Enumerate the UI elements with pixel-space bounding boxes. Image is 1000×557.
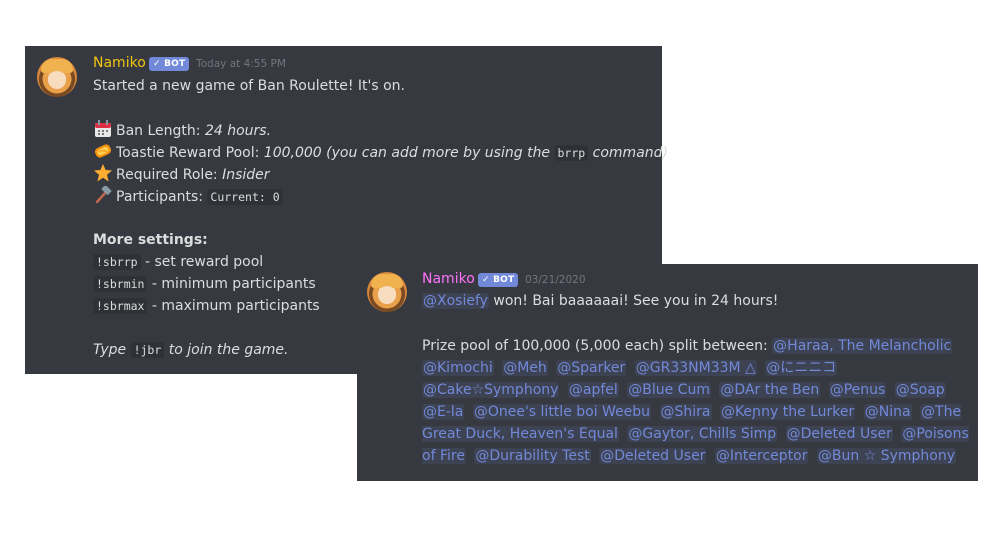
username[interactable]: Namiko xyxy=(93,55,146,71)
required-role-line: Required Role: Insider xyxy=(93,164,270,185)
timestamp: 03/21/2020 xyxy=(525,274,586,286)
user-mention[interactable]: @Penus xyxy=(828,382,887,398)
user-mention[interactable]: @GR33NM33M △ xyxy=(634,360,757,376)
user-mention[interactable]: @にニニコ xyxy=(765,360,838,376)
prize-mentions: Prize pool of 100,000 (5,000 each) split… xyxy=(422,335,970,467)
command-sbrmax: !sbrmax xyxy=(93,298,148,314)
join-instruction: Type !jbr to join the game. xyxy=(93,340,289,360)
user-mention[interactable]: @Deleted User xyxy=(785,426,893,442)
winner-mention[interactable]: @Xosiefy xyxy=(422,293,489,309)
user-mention[interactable]: @Onee's little boi Weebu xyxy=(472,404,652,420)
user-mention[interactable]: @Haraa, The Melancholic xyxy=(772,338,953,354)
user-mention[interactable]: @Soap xyxy=(894,382,946,398)
reward-pool-line: Toastie Reward Pool: 100,000 (you can ad… xyxy=(93,142,668,163)
user-mention[interactable]: @Kimochi xyxy=(422,360,494,376)
reward-label: Toastie Reward Pool: xyxy=(116,145,264,161)
user-mention[interactable]: @Gaytor, Chills Simp xyxy=(627,426,778,442)
command-sbrrp: !sbrrp xyxy=(93,254,141,270)
user-mention[interactable]: @Durability Test xyxy=(474,448,591,464)
reward-end: command) xyxy=(588,145,668,161)
setting-sbrmax: !sbrmax - maximum participants xyxy=(93,296,320,316)
user-mention[interactable]: @apfel xyxy=(567,382,619,398)
command-sbrrp-desc: - set reward pool xyxy=(140,254,264,270)
user-mention[interactable]: @DAr the Ben xyxy=(719,382,821,398)
command-sbrmin: !sbrmin xyxy=(93,276,148,292)
role-value: Insider xyxy=(222,167,270,183)
star-icon xyxy=(94,164,112,182)
bot-badge: ✓ BOT xyxy=(149,57,190,71)
command-sbrmin-desc: - minimum participants xyxy=(147,276,316,292)
toast-icon xyxy=(94,144,112,158)
join-command: !jbr xyxy=(130,342,165,358)
user-mention[interactable]: @Meh xyxy=(502,360,548,376)
avatar[interactable] xyxy=(37,57,77,97)
participants-label: Participants: xyxy=(116,189,208,205)
winner-text: won! Bai baaaaaai! See you in 24 hours! xyxy=(488,293,779,309)
user-mention[interactable]: @Shira xyxy=(659,404,712,420)
winner-line: @Xosiefy won! Bai baaaaaai! See you in 2… xyxy=(422,291,778,311)
timestamp: Today at 4:55 PM xyxy=(196,58,286,70)
reward-command: brrp xyxy=(554,145,589,161)
more-settings-heading: More settings: xyxy=(93,232,208,248)
message-card-2: Namiko ✓ BOT 03/21/2020 @Xosiefy won! Ba… xyxy=(357,264,978,481)
join-prefix: Type xyxy=(93,342,131,358)
user-mention[interactable]: @E-la xyxy=(422,404,465,420)
user-mention[interactable]: @Keɲny the Lurker xyxy=(719,404,856,420)
username[interactable]: Namiko xyxy=(422,271,475,287)
role-label: Required Role: xyxy=(116,167,223,183)
join-suffix: to join the game. xyxy=(164,342,289,358)
user-mention[interactable]: @Bun ☆ Symphony xyxy=(816,448,957,464)
ban-length-value: 24 hours. xyxy=(204,123,272,139)
user-mention[interactable]: @Nina xyxy=(863,404,912,420)
ban-length-line: Ban Length: 24 hours. xyxy=(93,120,271,141)
user-mention[interactable]: @Blue Cum xyxy=(627,382,711,398)
user-mention[interactable]: @Interceptor xyxy=(714,448,809,464)
participants-line: Participants: Current: 0 xyxy=(93,186,283,207)
setting-sbrrp: !sbrrp - set reward pool xyxy=(93,252,263,272)
bot-badge: ✓ BOT xyxy=(478,273,519,287)
intro-text: Started a new game of Ban Roulette! It's… xyxy=(93,78,405,94)
participants-value: Current: 0 xyxy=(207,189,283,205)
user-mention[interactable]: @Cake☆Symphony xyxy=(422,382,560,398)
command-sbrmax-desc: - maximum participants xyxy=(147,298,320,314)
user-mention[interactable]: @Deleted User xyxy=(599,448,707,464)
ban-length-label: Ban Length: xyxy=(116,123,205,139)
prize-text: Prize pool of 100,000 (5,000 each) split… xyxy=(422,338,773,354)
reward-value: 100,000 (you can add more by using the xyxy=(263,145,555,161)
setting-sbrmin: !sbrmin - minimum participants xyxy=(93,274,316,294)
avatar[interactable] xyxy=(367,272,407,312)
calendar-icon xyxy=(95,120,111,137)
user-mention[interactable]: @Sparker xyxy=(556,360,627,376)
hammer-icon xyxy=(95,186,112,204)
